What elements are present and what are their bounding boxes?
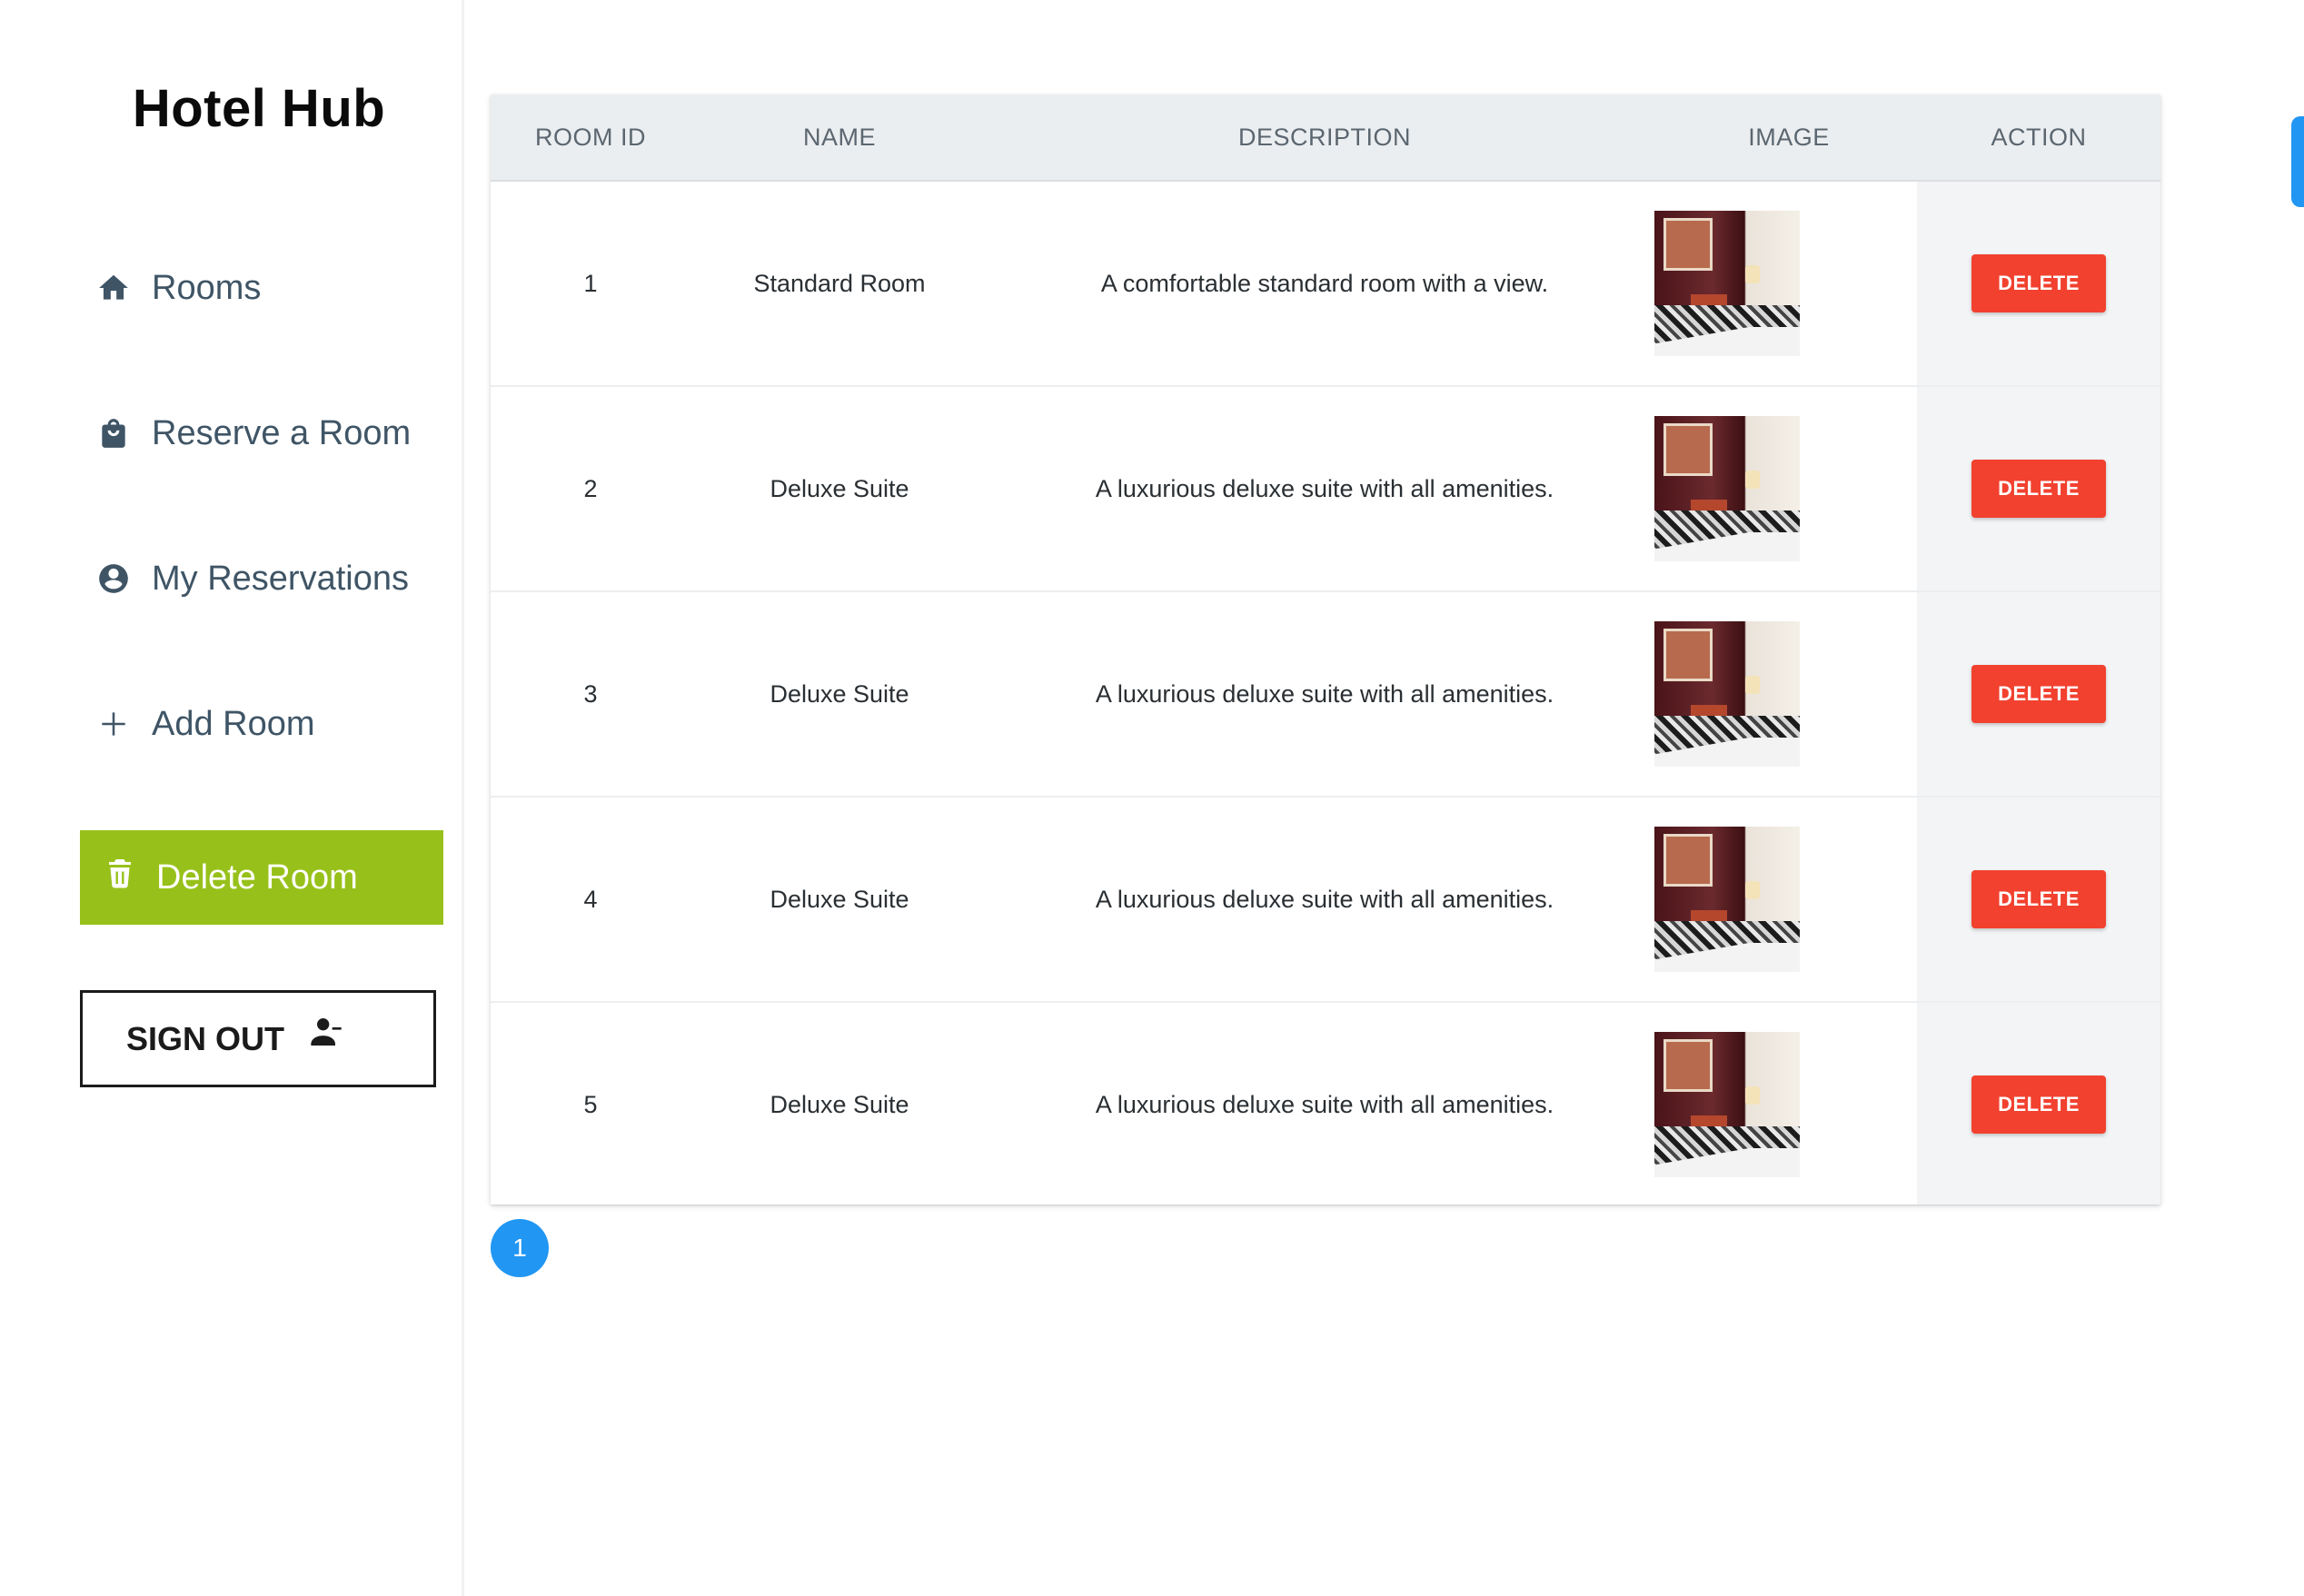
table-row: 4 Deluxe Suite A luxurious deluxe suite …: [491, 798, 2160, 1003]
sidebar-item-label: Reserve a Room: [152, 413, 412, 452]
home-icon: [95, 270, 132, 306]
sidebar-item-label: Rooms: [152, 268, 262, 307]
edge-tab[interactable]: [2291, 116, 2304, 207]
action-cell: DELETE: [1917, 387, 2160, 590]
sidebar-item-delete-room[interactable]: Delete Room: [80, 830, 443, 925]
room-description-cell: A luxurious deluxe suite with all amenit…: [1095, 885, 1554, 913]
sign-out-button[interactable]: SIGN OUT: [80, 990, 436, 1087]
room-description-cell: A luxurious deluxe suite with all amenit…: [1095, 679, 1554, 708]
sidebar: Hotel Hub Rooms Reserve a Room My Reserv…: [0, 0, 464, 1596]
plus-icon: [95, 706, 132, 742]
delete-button[interactable]: DELETE: [1971, 1076, 2106, 1134]
room-image-cell: [1599, 182, 1855, 385]
delete-button[interactable]: DELETE: [1971, 665, 2106, 723]
room-name-cell: Standard Room: [753, 269, 926, 297]
delete-button[interactable]: DELETE: [1971, 254, 2106, 312]
room-name-cell: Deluxe Suite: [770, 679, 909, 708]
account-circle-icon: [95, 560, 132, 597]
person-remove-icon: [308, 1017, 344, 1058]
room-image-cell: [1599, 387, 1855, 590]
trash-icon: [104, 857, 136, 898]
column-header-description[interactable]: DESCRIPTION: [988, 94, 1661, 180]
room-name-cell: Deluxe Suite: [770, 885, 909, 913]
table-header: ROOM ID NAME DESCRIPTION IMAGE ACTION: [491, 94, 2160, 182]
room-image: [1654, 1032, 1800, 1177]
pagination-page-button[interactable]: 1: [491, 1219, 549, 1277]
action-cell: DELETE: [1917, 182, 2160, 385]
sidebar-item-reserve-room[interactable]: Reserve a Room: [95, 401, 411, 465]
table-row: 3 Deluxe Suite A luxurious deluxe suite …: [491, 592, 2160, 798]
room-image-cell: [1599, 798, 1855, 1001]
delete-button[interactable]: DELETE: [1971, 460, 2106, 518]
action-cell: DELETE: [1917, 592, 2160, 796]
sidebar-item-label: Add Room: [152, 704, 315, 743]
room-name-cell: Deluxe Suite: [770, 474, 909, 502]
room-image-cell: [1599, 1003, 1855, 1206]
sidebar-item-label: Delete Room: [156, 857, 358, 897]
room-id-cell: 2: [583, 474, 598, 502]
shopping-bag-icon: [95, 415, 132, 451]
room-image: [1654, 416, 1800, 561]
sidebar-item-label: My Reservations: [152, 559, 409, 598]
room-id-cell: 4: [583, 885, 598, 913]
sign-out-label: SIGN OUT: [126, 1019, 285, 1057]
column-header-name[interactable]: NAME: [690, 94, 988, 180]
column-header-action[interactable]: ACTION: [1917, 94, 2160, 180]
table-row: 1 Standard Room A comfortable standard r…: [491, 182, 2160, 387]
action-cell: DELETE: [1917, 1003, 2160, 1206]
column-header-room-id[interactable]: ROOM ID: [491, 94, 690, 180]
table-row: 2 Deluxe Suite A luxurious deluxe suite …: [491, 387, 2160, 592]
room-description-cell: A luxurious deluxe suite with all amenit…: [1095, 1090, 1554, 1118]
room-description-cell: A luxurious deluxe suite with all amenit…: [1095, 474, 1554, 502]
room-description-cell: A comfortable standard room with a view.: [1100, 269, 1549, 297]
room-name-cell: Deluxe Suite: [770, 1090, 909, 1118]
room-image: [1654, 621, 1800, 767]
column-header-image[interactable]: IMAGE: [1661, 94, 1917, 180]
table-row: 5 Deluxe Suite A luxurious deluxe suite …: [491, 1003, 2160, 1208]
room-image: [1654, 827, 1800, 972]
brand-title: Hotel Hub: [132, 79, 386, 138]
sidebar-item-add-room[interactable]: Add Room: [95, 692, 315, 756]
room-id-cell: 1: [583, 269, 598, 297]
delete-button[interactable]: DELETE: [1971, 870, 2106, 928]
rooms-table: ROOM ID NAME DESCRIPTION IMAGE ACTION 1 …: [491, 94, 2160, 1204]
room-image-cell: [1599, 592, 1855, 796]
sidebar-item-rooms[interactable]: Rooms: [95, 256, 261, 320]
room-id-cell: 5: [583, 1090, 598, 1118]
action-cell: DELETE: [1917, 798, 2160, 1001]
room-id-cell: 3: [583, 679, 598, 708]
room-image: [1654, 211, 1800, 356]
sidebar-item-my-reservations[interactable]: My Reservations: [95, 547, 409, 610]
